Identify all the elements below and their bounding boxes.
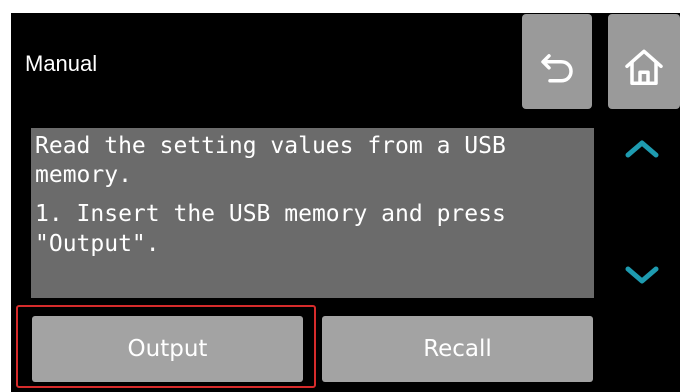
- message-line: "Output".: [35, 231, 160, 257]
- message-line: memory.: [35, 162, 132, 188]
- chevron-down-icon: [625, 266, 659, 284]
- back-button[interactable]: [522, 14, 592, 109]
- output-button[interactable]: Output: [32, 316, 303, 382]
- home-icon: [625, 49, 663, 85]
- undo-arrow-icon: [541, 53, 573, 83]
- message-panel: Read the setting values from a USB memor…: [31, 128, 594, 298]
- chevron-up-icon: [625, 140, 659, 158]
- home-button[interactable]: [608, 14, 680, 109]
- page-title: Manual: [25, 51, 98, 76]
- message-line: 1. Insert the USB memory and press: [35, 201, 506, 227]
- device-screen: Manual Read the setting values from a US…: [11, 13, 680, 392]
- scroll-up-button[interactable]: [622, 137, 662, 165]
- scroll-down-button[interactable]: [622, 263, 662, 291]
- message-line: Read the setting values from a USB: [35, 133, 506, 159]
- recall-button[interactable]: Recall: [322, 316, 593, 382]
